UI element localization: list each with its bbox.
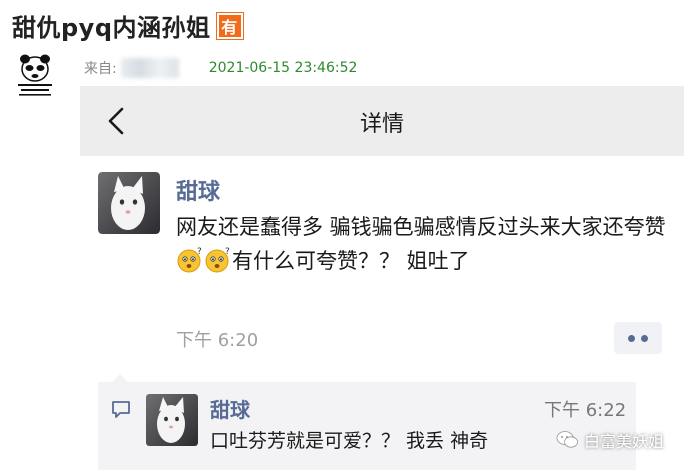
moment-author-name[interactable]: 甜球: [176, 174, 220, 206]
detail-nav-bar: 详情: [80, 86, 684, 156]
moment-text-part1: 网友还是蠢得多 骗钱骗色骗感情反过头来大家还夸赞: [176, 215, 666, 239]
confused-face-emoji-icon: ?: [177, 247, 202, 273]
blurred-source: [120, 58, 179, 78]
comment-bubble-icon: [112, 401, 130, 418]
moment-text: 网友还是蠢得多 骗钱骗色骗感情反过头来大家还夸赞 ? ? 有什么可夸赞？？ 姐吐…: [176, 210, 672, 278]
comment-box-caret: [112, 374, 128, 382]
svg-text:?: ?: [225, 247, 230, 257]
post-title: 甜仇pyq内涵孙姐 有: [12, 8, 243, 43]
comment-author-name[interactable]: 甜球: [210, 394, 250, 423]
post-date: 2021-06-15 23:46:52: [208, 60, 358, 76]
confused-face-emoji-icon: ?: [205, 247, 230, 273]
more-dot-icon: [641, 334, 648, 342]
nav-title: 详情: [359, 112, 404, 137]
more-actions-button[interactable]: [614, 322, 662, 354]
post-meta: 来自: 2021-06-15 23:46:52: [84, 58, 357, 78]
comment-time: 下午 6:22: [544, 400, 627, 421]
wechat-icon: [556, 431, 578, 448]
post-title-text: 甜仇pyq内涵孙姐: [12, 14, 211, 42]
moment-avatar[interactable]: [98, 172, 160, 234]
post-badge: 有: [216, 12, 243, 39]
comment-avatar[interactable]: [146, 394, 198, 446]
watermark-text: 白富美妖姐: [584, 432, 665, 451]
author-avatar[interactable]: [12, 52, 58, 98]
comment-text: 口吐芬芳就是可爱？？ 我丢 神奇: [210, 430, 489, 452]
more-dot-icon: [628, 334, 635, 342]
moment-text-part2: 有什么可夸赞？？ 姐吐了: [232, 249, 470, 273]
svg-text:?: ?: [197, 247, 202, 257]
from-label: 来自:: [84, 61, 117, 77]
watermark: 白富美妖姐: [556, 428, 664, 452]
moment-time: 下午 6:20: [176, 330, 259, 351]
